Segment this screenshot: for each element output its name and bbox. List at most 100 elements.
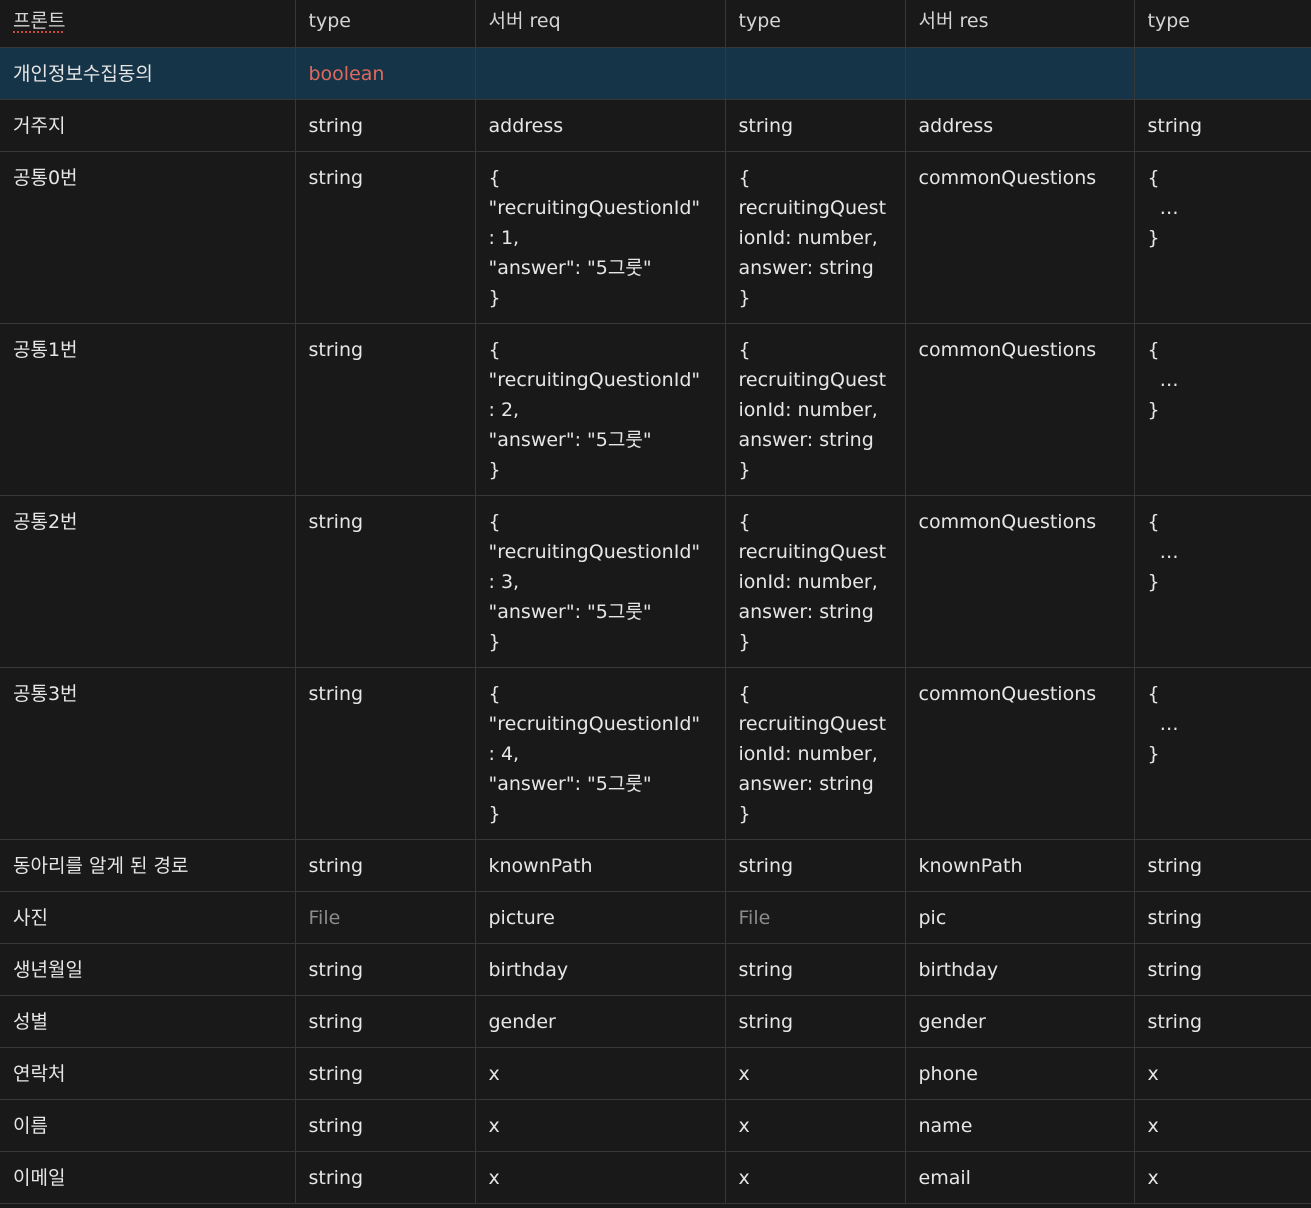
cell-res-type[interactable]: string xyxy=(1134,943,1311,996)
cell-type[interactable]: string xyxy=(295,151,476,324)
cell-res-type[interactable]: x xyxy=(1134,1099,1311,1152)
header-server-req[interactable]: 서버 req xyxy=(475,0,726,48)
header-row: 프론트 type 서버 req type 서버 res type xyxy=(0,0,1311,48)
cell-req-type[interactable]: { recruitingQuest ionId: number, answer:… xyxy=(725,151,906,324)
cell-req[interactable]: gender xyxy=(475,995,726,1048)
table-row[interactable]: 생년월일 string birthday string birthday str… xyxy=(0,943,1311,996)
header-server-res[interactable]: 서버 res xyxy=(905,0,1135,48)
cell-req-type[interactable]: x xyxy=(725,1151,906,1204)
cell-req-type[interactable]: { recruitingQuest ionId: number, answer:… xyxy=(725,323,906,496)
cell-type[interactable]: string xyxy=(295,495,476,668)
cell-front[interactable]: 이름 xyxy=(0,1099,296,1152)
cell-type[interactable]: string xyxy=(295,323,476,496)
table-row[interactable]: 개인정보수집동의 boolean xyxy=(0,47,1311,100)
cell-req-type[interactable]: { recruitingQuest ionId: number, answer:… xyxy=(725,667,906,840)
cell-front[interactable]: 이메일 xyxy=(0,1151,296,1204)
cell-type[interactable]: boolean xyxy=(295,47,476,100)
cell-res-type[interactable]: { … } xyxy=(1134,495,1311,668)
cell-front[interactable]: 성별 xyxy=(0,995,296,1048)
cell-req-type[interactable]: { recruitingQuest ionId: number, answer:… xyxy=(725,495,906,668)
cell-res-type[interactable]: string xyxy=(1134,99,1311,152)
cell-req-type[interactable] xyxy=(725,47,906,100)
cell-res[interactable]: knownPath xyxy=(905,839,1135,892)
table-row[interactable]: 공통3번 string { "recruitingQuestionId" : 4… xyxy=(0,667,1311,840)
table-row[interactable]: 연락처 string x x phone x xyxy=(0,1047,1311,1100)
cell-type[interactable]: File xyxy=(295,891,476,944)
cell-res-type[interactable]: string xyxy=(1134,995,1311,1048)
cell-req[interactable]: { "recruitingQuestionId" : 1, "answer": … xyxy=(475,151,726,324)
cell-type[interactable]: string xyxy=(295,943,476,996)
table-row[interactable]: 거주지 string address string address string xyxy=(0,99,1311,152)
cell-res-type[interactable]: x xyxy=(1134,1047,1311,1100)
cell-res[interactable]: commonQuestions xyxy=(905,323,1135,496)
cell-type[interactable]: string xyxy=(295,1151,476,1204)
cell-req-type[interactable]: string xyxy=(725,839,906,892)
cell-res[interactable]: pic xyxy=(905,891,1135,944)
table-row[interactable]: 공통1번 string { "recruitingQuestionId" : 2… xyxy=(0,323,1311,496)
cell-front[interactable]: 공통3번 xyxy=(0,667,296,840)
header-req-type[interactable]: type xyxy=(725,0,906,48)
cell-req[interactable]: knownPath xyxy=(475,839,726,892)
cell-type[interactable]: string xyxy=(295,1099,476,1152)
table-row[interactable]: 사진 File picture File pic string xyxy=(0,891,1311,944)
cell-req[interactable]: x xyxy=(475,1151,726,1204)
cell-req[interactable]: { "recruitingQuestionId" : 2, "answer": … xyxy=(475,323,726,496)
cell-res-type[interactable]: string xyxy=(1134,891,1311,944)
cell-front[interactable]: 사진 xyxy=(0,891,296,944)
cell-type[interactable]: string xyxy=(295,667,476,840)
cell-req[interactable]: address xyxy=(475,99,726,152)
cell-req[interactable]: x xyxy=(475,1099,726,1152)
cell-res[interactable]: name xyxy=(905,1099,1135,1152)
api-mapping-table: 프론트 type 서버 req type 서버 res type 개인정보수집동… xyxy=(0,0,1311,1204)
cell-res-type[interactable]: { … } xyxy=(1134,323,1311,496)
cell-res-type[interactable] xyxy=(1134,47,1311,100)
cell-req[interactable]: { "recruitingQuestionId" : 3, "answer": … xyxy=(475,495,726,668)
cell-res[interactable]: commonQuestions xyxy=(905,495,1135,668)
cell-res[interactable]: address xyxy=(905,99,1135,152)
table-row[interactable]: 공통0번 string { "recruitingQuestionId" : 1… xyxy=(0,151,1311,324)
cell-res-type[interactable]: { … } xyxy=(1134,151,1311,324)
cell-res[interactable]: phone xyxy=(905,1047,1135,1100)
cell-res-type[interactable]: string xyxy=(1134,839,1311,892)
cell-res-type[interactable]: { … } xyxy=(1134,667,1311,840)
cell-req-type[interactable]: x xyxy=(725,1047,906,1100)
cell-front[interactable]: 동아리를 알게 된 경로 xyxy=(0,839,296,892)
cell-res[interactable]: email xyxy=(905,1151,1135,1204)
header-front-label: 프론트 xyxy=(13,10,66,32)
table-row[interactable]: 공통2번 string { "recruitingQuestionId" : 3… xyxy=(0,495,1311,668)
cell-res[interactable]: birthday xyxy=(905,943,1135,996)
cell-res[interactable]: gender xyxy=(905,995,1135,1048)
cell-req[interactable]: birthday xyxy=(475,943,726,996)
cell-req-type[interactable]: string xyxy=(725,995,906,1048)
cell-res[interactable]: commonQuestions xyxy=(905,667,1135,840)
cell-req[interactable]: { "recruitingQuestionId" : 4, "answer": … xyxy=(475,667,726,840)
table-row[interactable]: 동아리를 알게 된 경로 string knownPath string kno… xyxy=(0,839,1311,892)
cell-front[interactable]: 개인정보수집동의 xyxy=(0,47,296,100)
cell-req[interactable] xyxy=(475,47,726,100)
cell-type[interactable]: string xyxy=(295,995,476,1048)
cell-res-type[interactable]: x xyxy=(1134,1151,1311,1204)
table-row[interactable]: 이메일 string x x email x xyxy=(0,1151,1311,1204)
cell-front[interactable]: 공통0번 xyxy=(0,151,296,324)
cell-front[interactable]: 공통2번 xyxy=(0,495,296,668)
header-type[interactable]: type xyxy=(295,0,476,48)
cell-req-type[interactable]: string xyxy=(725,99,906,152)
cell-req-type[interactable]: string xyxy=(725,943,906,996)
header-front[interactable]: 프론트 xyxy=(0,0,296,48)
cell-req-type[interactable]: x xyxy=(725,1099,906,1152)
header-res-type[interactable]: type xyxy=(1134,0,1311,48)
cell-front[interactable]: 거주지 xyxy=(0,99,296,152)
cell-type[interactable]: string xyxy=(295,1047,476,1100)
cell-res[interactable] xyxy=(905,47,1135,100)
table-row[interactable]: 성별 string gender string gender string xyxy=(0,995,1311,1048)
cell-type[interactable]: string xyxy=(295,839,476,892)
cell-req[interactable]: picture xyxy=(475,891,726,944)
cell-front[interactable]: 연락처 xyxy=(0,1047,296,1100)
cell-front[interactable]: 공통1번 xyxy=(0,323,296,496)
cell-res[interactable]: commonQuestions xyxy=(905,151,1135,324)
cell-front[interactable]: 생년월일 xyxy=(0,943,296,996)
cell-type[interactable]: string xyxy=(295,99,476,152)
table-row[interactable]: 이름 string x x name x xyxy=(0,1099,1311,1152)
cell-req-type[interactable]: File xyxy=(725,891,906,944)
cell-req[interactable]: x xyxy=(475,1047,726,1100)
